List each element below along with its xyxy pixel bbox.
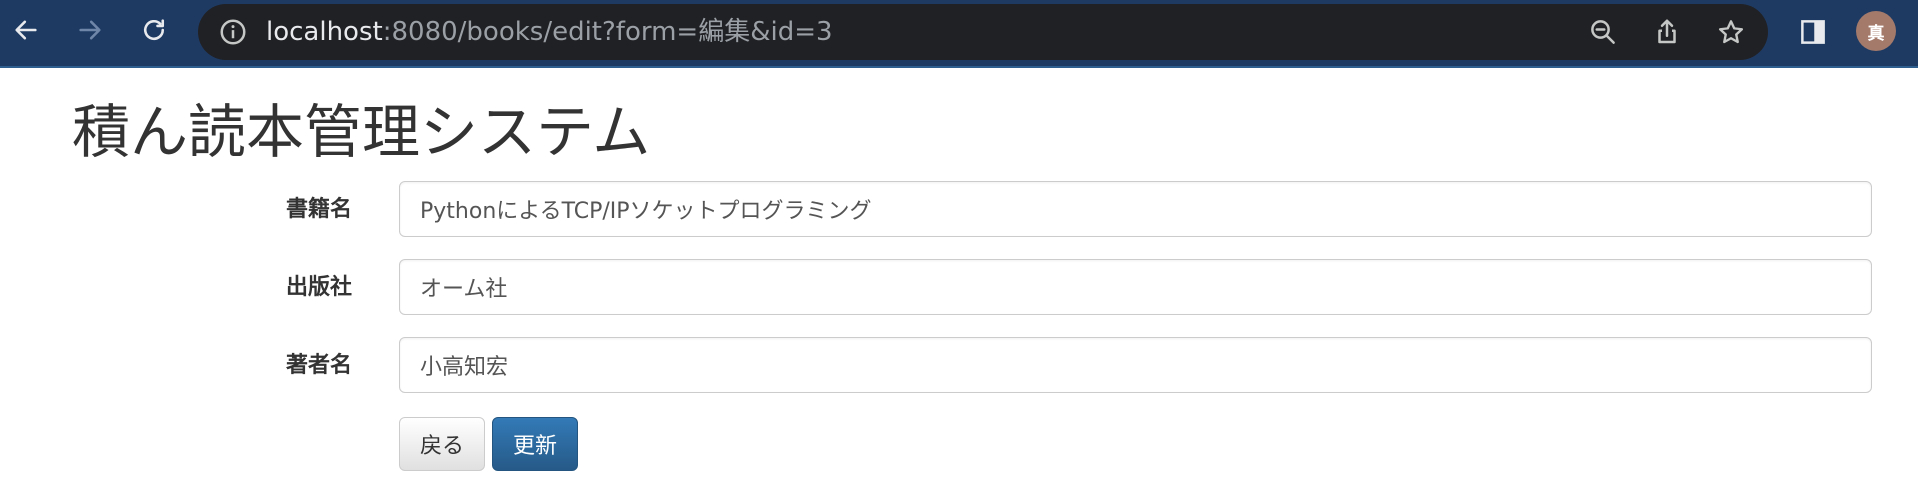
book-title-label: 書籍名 — [285, 197, 352, 222]
side-panel-icon — [1801, 20, 1825, 44]
bookmark-star-icon — [1718, 20, 1744, 44]
publisher-label: 出版社 — [285, 275, 352, 300]
url-path: :8080/books/edit?form=編集&id=3 — [382, 17, 833, 47]
reload-icon — [144, 19, 165, 41]
back-button[interactable] — [10, 14, 42, 46]
url-text[interactable]: localhost:8080/books/edit?form=編集&id=3 — [266, 17, 833, 47]
forward-button[interactable] — [74, 14, 106, 46]
address-bar[interactable]: localhost:8080/books/edit?form=編集&id=3 — [198, 4, 1768, 60]
url-host: localhost — [266, 17, 383, 47]
share-button[interactable] — [1652, 17, 1682, 47]
reload-button[interactable] — [138, 14, 170, 46]
publisher-input[interactable] — [399, 259, 1872, 315]
back-arrow-icon — [15, 20, 37, 40]
zoom-out-icon — [1591, 20, 1615, 44]
browser-toolbar: localhost:8080/books/edit?form=編集&id=3 真 — [0, 0, 1918, 68]
bookmark-button[interactable] — [1716, 17, 1746, 47]
site-info-icon[interactable] — [218, 17, 248, 47]
book-title-input[interactable] — [399, 181, 1872, 237]
zoom-out-button[interactable] — [1588, 17, 1618, 47]
page-title: 積ん読本管理システム — [72, 98, 651, 166]
back-link-button[interactable]: 戻る — [399, 417, 485, 471]
author-input[interactable] — [399, 337, 1872, 393]
side-panel-button[interactable] — [1798, 17, 1828, 47]
update-button[interactable]: 更新 — [492, 417, 578, 471]
forward-arrow-icon — [79, 20, 101, 40]
share-icon — [1658, 19, 1676, 44]
profile-avatar[interactable]: 真 — [1856, 11, 1896, 51]
author-label: 著者名 — [285, 353, 352, 378]
